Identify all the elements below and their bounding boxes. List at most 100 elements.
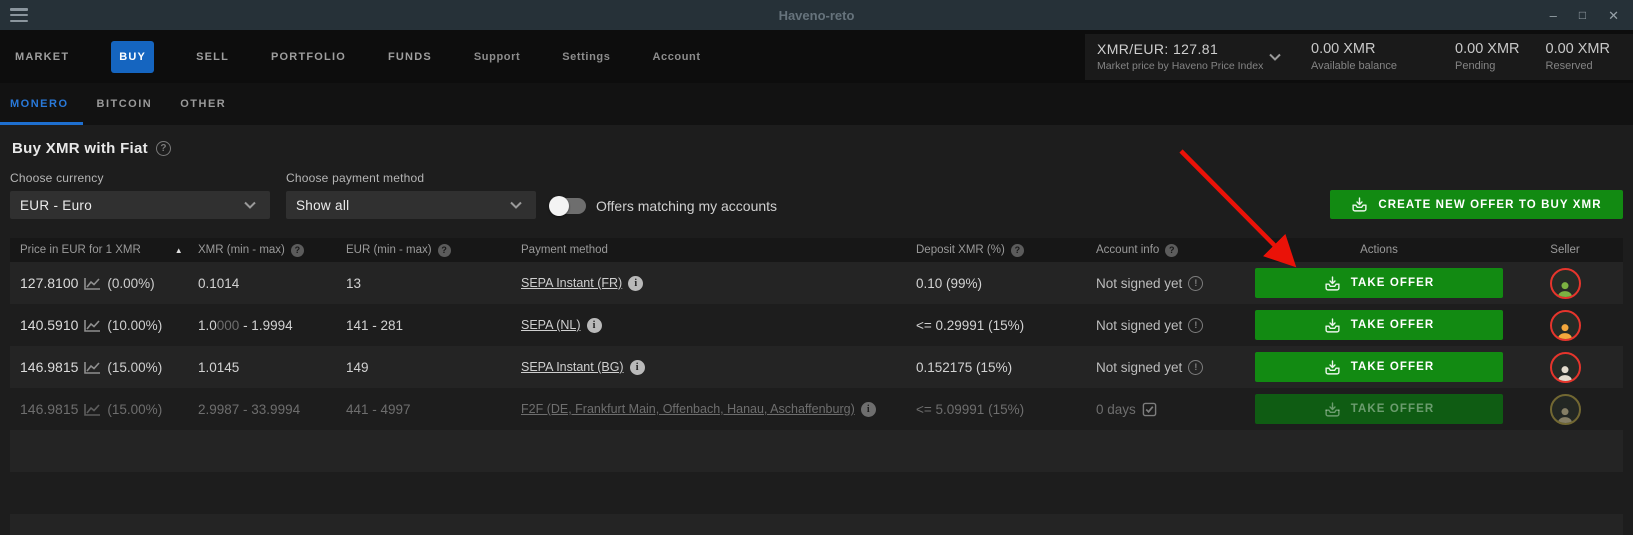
price-chart-icon[interactable] bbox=[84, 361, 101, 374]
market-price-value: XMR/EUR: 127.81 bbox=[1097, 41, 1265, 57]
info-icon[interactable]: i bbox=[587, 318, 602, 333]
payment-method-link[interactable]: SEPA (NL) bbox=[521, 318, 581, 332]
hamburger-menu-icon[interactable] bbox=[10, 8, 28, 22]
chevron-down-icon[interactable] bbox=[1269, 53, 1281, 61]
payment-method-select[interactable]: Show all bbox=[286, 191, 536, 219]
offer-price-deviation: (15.00%) bbox=[107, 402, 162, 417]
offer-deposit: 0.152175 (15%) bbox=[916, 360, 1096, 375]
minimize-button[interactable]: – bbox=[1550, 9, 1557, 22]
offer-eur-range: 149 bbox=[346, 360, 521, 375]
nav-account[interactable]: Account bbox=[652, 51, 700, 63]
pending-balance: 0.00 XMR Pending bbox=[1455, 41, 1519, 72]
person-icon bbox=[1555, 405, 1575, 425]
nav-market[interactable]: MARKET bbox=[15, 51, 69, 63]
seller-avatar[interactable] bbox=[1550, 352, 1581, 383]
nav-funds[interactable]: FUNDS bbox=[388, 51, 432, 63]
price-chart-icon[interactable] bbox=[84, 403, 101, 416]
offer-eur-range: 441 - 4997 bbox=[346, 402, 521, 417]
payment-method-link[interactable]: SEPA Instant (FR) bbox=[521, 276, 622, 290]
xmr-amount: 2.9987 - 33.9994 bbox=[198, 402, 300, 417]
tab-other[interactable]: OTHER bbox=[166, 83, 240, 125]
create-offer-button[interactable]: CREATE NEW OFFER TO BUY XMR bbox=[1330, 190, 1623, 219]
offer-deposit: <= 0.29991 (15%) bbox=[916, 318, 1096, 333]
header-seller: Seller bbox=[1507, 244, 1623, 256]
header-payment-method[interactable]: Payment method bbox=[521, 244, 916, 256]
page-title: Buy XMR with Fiat bbox=[12, 140, 148, 157]
xmr-amount-trailing: 000 bbox=[217, 318, 240, 333]
offer-price-deviation: (10.00%) bbox=[107, 318, 162, 333]
take-offer-button[interactable]: TAKE OFFER bbox=[1255, 310, 1503, 340]
title-bar: Haveno-reto – □ ✕ bbox=[0, 0, 1633, 30]
account-info-text: Not signed yet bbox=[1096, 276, 1182, 291]
take-offer-button-disabled[interactable]: TAKE OFFER bbox=[1255, 394, 1503, 424]
tray-arrow-down-icon bbox=[1324, 317, 1341, 334]
tab-bitcoin[interactable]: BITCOIN bbox=[83, 83, 167, 125]
take-offer-button[interactable]: TAKE OFFER bbox=[1255, 352, 1503, 382]
nav-buy[interactable]: BUY bbox=[111, 41, 154, 73]
nav-settings[interactable]: Settings bbox=[562, 51, 610, 63]
take-offer-button[interactable]: TAKE OFFER bbox=[1255, 268, 1503, 298]
offer-xmr-range: 0.1014 bbox=[198, 276, 346, 291]
seller-avatar[interactable] bbox=[1550, 310, 1581, 341]
nav-portfolio[interactable]: PORTFOLIO bbox=[271, 51, 346, 63]
alert-circle-icon[interactable]: ! bbox=[1188, 360, 1203, 375]
offer-row-disabled[interactable]: 146.9815 (15.00%) 2.9987 - 33.9994 441 -… bbox=[10, 388, 1623, 430]
empty-table-row bbox=[10, 514, 1623, 535]
market-price-selector[interactable]: XMR/EUR: 127.81 Market price by Haveno P… bbox=[1097, 41, 1265, 72]
help-icon[interactable]: ? bbox=[1165, 244, 1178, 257]
available-balance-label: Available balance bbox=[1311, 60, 1397, 72]
nav-support[interactable]: Support bbox=[474, 51, 520, 63]
header-price[interactable]: Price in EUR for 1 XMR ▲ bbox=[10, 244, 198, 256]
reserved-balance-label: Reserved bbox=[1546, 60, 1610, 72]
nav-sell[interactable]: SELL bbox=[196, 51, 229, 63]
account-info-text: Not signed yet bbox=[1096, 318, 1182, 333]
header-seller-label: Seller bbox=[1550, 244, 1579, 256]
offer-price: 127.8100 bbox=[20, 275, 78, 291]
header-payment-label: Payment method bbox=[521, 244, 608, 256]
offer-row[interactable]: 127.8100 (0.00%) 0.1014 13 SEPA Instant … bbox=[10, 262, 1623, 304]
header-eur-range[interactable]: EUR (min - max) ? bbox=[346, 244, 521, 257]
price-chart-icon[interactable] bbox=[84, 319, 101, 332]
help-icon[interactable]: ? bbox=[291, 244, 304, 257]
header-xmr-range[interactable]: XMR (min - max) ? bbox=[198, 244, 346, 257]
payment-method-link[interactable]: SEPA Instant (BG) bbox=[521, 360, 624, 374]
offer-xmr-range: 2.9987 - 33.9994 bbox=[198, 402, 346, 417]
tab-monero[interactable]: MONERO bbox=[0, 83, 83, 125]
info-icon[interactable]: i bbox=[861, 402, 876, 417]
xmr-amount: 0.1014 bbox=[198, 276, 239, 291]
currency-select[interactable]: EUR - Euro bbox=[10, 191, 270, 219]
offer-price: 146.9815 bbox=[20, 359, 78, 375]
offer-row[interactable]: 146.9815 (15.00%) 1.0145 149 SEPA Instan… bbox=[10, 346, 1623, 388]
help-icon[interactable]: ? bbox=[438, 244, 451, 257]
take-offer-label: TAKE OFFER bbox=[1351, 319, 1435, 331]
market-price-panel: XMR/EUR: 127.81 Market price by Haveno P… bbox=[1085, 34, 1633, 80]
info-icon[interactable]: i bbox=[630, 360, 645, 375]
header-account-info[interactable]: Account info ? bbox=[1096, 244, 1251, 257]
take-offer-label: TAKE OFFER bbox=[1351, 361, 1435, 373]
close-button[interactable]: ✕ bbox=[1608, 9, 1619, 22]
matching-accounts-toggle[interactable] bbox=[550, 198, 586, 214]
seller-avatar[interactable] bbox=[1550, 268, 1581, 299]
header-eur-label: EUR (min - max) bbox=[346, 244, 432, 256]
seller-avatar[interactable] bbox=[1550, 394, 1581, 425]
header-actions: Actions bbox=[1251, 244, 1507, 256]
page-help-icon[interactable]: ? bbox=[156, 141, 171, 156]
person-icon bbox=[1555, 279, 1575, 299]
offer-deposit: 0.10 (99%) bbox=[916, 276, 1096, 291]
chevron-down-icon bbox=[510, 201, 522, 209]
tray-arrow-down-icon bbox=[1351, 196, 1368, 213]
header-account-label: Account info bbox=[1096, 244, 1159, 256]
offer-eur-range: 13 bbox=[346, 276, 521, 291]
alert-circle-icon[interactable]: ! bbox=[1188, 276, 1203, 291]
alert-circle-icon[interactable]: ! bbox=[1188, 318, 1203, 333]
help-icon[interactable]: ? bbox=[1011, 244, 1024, 257]
reserved-balance-value: 0.00 XMR bbox=[1546, 41, 1610, 57]
payment-method-link[interactable]: F2F (DE, Frankfurt Main, Offenbach, Hana… bbox=[521, 402, 855, 416]
price-chart-icon[interactable] bbox=[84, 277, 101, 290]
xmr-amount: 1.0 bbox=[198, 318, 217, 333]
available-balance: 0.00 XMR Available balance bbox=[1311, 41, 1397, 72]
offer-row[interactable]: 140.5910 (10.00%) 1.0000 - 1.9994 141 - … bbox=[10, 304, 1623, 346]
maximize-button[interactable]: □ bbox=[1579, 9, 1586, 22]
info-icon[interactable]: i bbox=[628, 276, 643, 291]
header-deposit[interactable]: Deposit XMR (%) ? bbox=[916, 244, 1096, 257]
